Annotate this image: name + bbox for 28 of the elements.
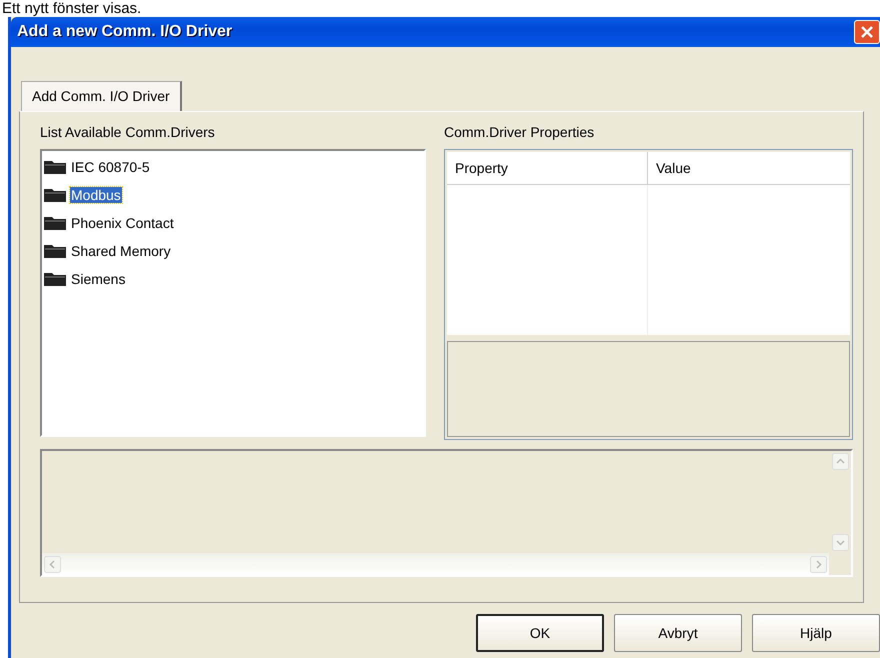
dialog-button[interactable]: Avbryt (614, 614, 742, 652)
driver-item[interactable]: Shared Memory (70, 243, 172, 259)
horizontal-scrollbar[interactable] (42, 553, 829, 575)
close-button[interactable] (854, 20, 880, 44)
folder-icon (44, 216, 66, 230)
driver-item[interactable]: Phoenix Contact (70, 215, 175, 231)
driver-item[interactable]: Siemens (70, 271, 126, 287)
driver-item[interactable]: IEC 60870-5 (70, 159, 151, 175)
scroll-right-icon[interactable] (810, 556, 827, 572)
vertical-scrollbar[interactable] (829, 451, 851, 553)
dialog-button[interactable]: OK (476, 614, 604, 652)
caption-text: Ett nytt fönster visas. (1, 0, 142, 17)
drivers-label: List Available Comm.Drivers (40, 124, 216, 140)
folder-icon (44, 272, 66, 286)
properties-label: Comm.Driver Properties (444, 124, 596, 140)
scroll-down-icon[interactable] (832, 534, 848, 551)
column-header[interactable]: Value (648, 152, 850, 184)
scroll-left-icon[interactable] (44, 556, 61, 572)
column-header[interactable]: Property (447, 152, 648, 184)
tab[interactable]: Add Comm. I/O Driver (21, 81, 182, 111)
driver-item[interactable]: Modbus (70, 187, 122, 203)
folder-icon (44, 188, 66, 202)
scroll-up-icon[interactable] (832, 453, 848, 470)
folder-icon (44, 160, 66, 174)
close-icon (860, 25, 874, 39)
dialog-button[interactable]: Hjälp (752, 614, 880, 652)
folder-icon (44, 244, 66, 258)
window-title: Add a new Comm. I/O Driver (16, 23, 232, 41)
